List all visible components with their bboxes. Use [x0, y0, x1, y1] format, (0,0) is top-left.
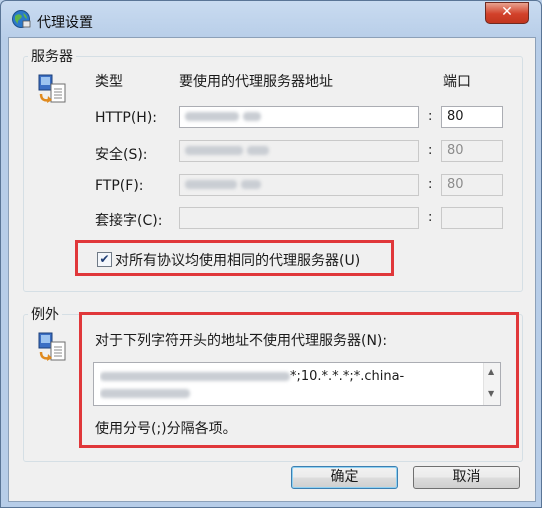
same-proxy-label[interactable]: 对所有协议均使用相同的代理服务器(U) — [115, 250, 360, 270]
window-title: 代理设置 — [37, 15, 93, 31]
exceptions-description: 对于下列字符开头的地址不使用代理服务器(N): — [95, 333, 388, 349]
exceptions-hint: 使用分号(;)分隔各项。 — [95, 421, 237, 437]
exceptions-scrollbar[interactable]: ▲ ▼ — [483, 363, 500, 405]
secure-address-input — [179, 140, 419, 162]
redacted-text — [100, 389, 190, 398]
column-header-address: 要使用的代理服务器地址 — [179, 74, 333, 90]
http-address-input[interactable] — [179, 106, 419, 128]
scroll-down-icon[interactable]: ▼ — [488, 389, 494, 398]
exceptions-visible-text: *;10.*.*.*;*.china- — [290, 369, 405, 384]
exceptions-document-icon — [38, 332, 66, 361]
socks-address-input — [179, 207, 419, 229]
column-header-port: 端口 — [443, 74, 471, 90]
server-document-icon — [38, 74, 66, 103]
socks-colon: : — [428, 210, 433, 225]
exceptions-textarea[interactable]: *;10.*.*.*;*.china- ▲ ▼ — [93, 362, 501, 406]
exceptions-legend: 例外 — [31, 307, 59, 323]
exceptions-text: *;10.*.*.*;*.china- — [100, 368, 476, 402]
socks-label: 套接字(C): — [95, 213, 163, 229]
ftp-label: FTP(F): — [95, 178, 144, 194]
secure-label: 安全(S): — [95, 147, 148, 163]
socks-port-input — [441, 207, 503, 229]
dialog-client-area: 服务器 类型 要使用的代理服务器地址 端口 HTTP(H): : 80 安全(S… — [8, 37, 536, 502]
column-header-type: 类型 — [95, 74, 123, 90]
http-port-input[interactable]: 80 — [441, 106, 503, 128]
close-button[interactable]: ✕ — [485, 2, 529, 24]
same-proxy-checkbox[interactable]: ✔ — [97, 252, 112, 267]
http-colon: : — [428, 109, 433, 124]
ftp-colon: : — [428, 177, 433, 192]
ftp-address-input — [179, 174, 419, 196]
proxy-settings-window: 代理设置 ✕ 服务器 类型 要使用的代理服务器地址 端口 HTTP(H): : … — [0, 0, 542, 508]
ok-button[interactable]: 确定 — [291, 466, 398, 489]
secure-colon: : — [428, 143, 433, 158]
title-bar: 代理设置 ✕ — [1, 1, 541, 37]
http-label: HTTP(H): — [95, 110, 157, 126]
redacted-text — [100, 372, 290, 381]
ftp-port-input: 80 — [441, 174, 503, 196]
scroll-up-icon[interactable]: ▲ — [488, 367, 494, 376]
cancel-button[interactable]: 取消 — [413, 466, 520, 489]
secure-port-input: 80 — [441, 140, 503, 162]
servers-legend: 服务器 — [31, 49, 73, 65]
globe-network-icon — [12, 10, 31, 28]
